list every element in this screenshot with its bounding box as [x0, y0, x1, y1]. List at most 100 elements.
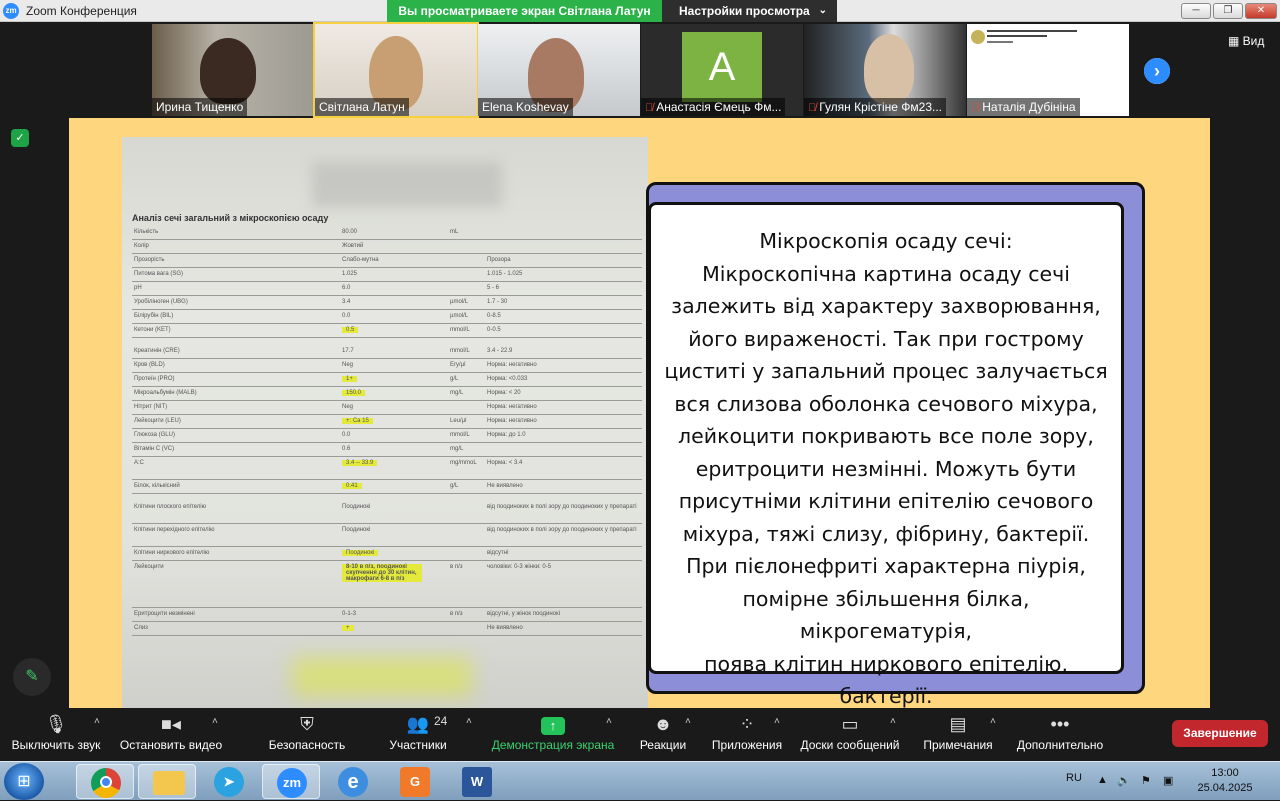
chevron-up-icon[interactable]: ˄ [774, 716, 780, 727]
slide-text-line: лейкоцити покривають все поле зору, [678, 424, 1094, 448]
taskbar-chrome[interactable] [76, 764, 134, 799]
share-screen-icon: ↑ [541, 717, 565, 735]
more-dots-icon: ••• [1050, 714, 1070, 734]
blurred-header [312, 162, 502, 207]
document-cell: 1.015 - 1.025 [487, 271, 523, 277]
share-screen-button[interactable]: ↑ Демонстрация экрана ˄ [488, 708, 618, 761]
document-cell: Уробіліноген (UBG) [134, 299, 188, 305]
chevron-up-icon[interactable]: ˄ [890, 716, 896, 727]
next-participants-button[interactable]: › [1141, 55, 1173, 87]
participants-button[interactable]: 👥 24 Участники ˄ [380, 708, 472, 761]
taskbar-ie[interactable]: e [324, 764, 382, 799]
zoom-app-icon: zm [3, 3, 19, 19]
document-row: Питома вага (SG) 1.025 1.015 - 1.025 [132, 269, 642, 282]
slide-text-line: залежить від характеру захворювання, [671, 294, 1101, 318]
security-button[interactable]: ⛨ Безопасность [262, 708, 352, 761]
chevron-up-icon[interactable]: ˄ [685, 716, 691, 727]
encryption-shield-icon[interactable]: ✓ [11, 129, 29, 147]
chevron-up-icon[interactable]: ˄ [94, 716, 100, 727]
stop-video-button[interactable]: ■◂ Остановить видео ˄ [116, 708, 226, 761]
view-options-dropdown[interactable]: Настройки просмотра ⌄ [662, 0, 837, 22]
document-cell: відсутні, у жінок поодинокі [487, 611, 560, 617]
document-row: Еритроцити незмінені 0-1-3 в п/з відсутні, … [132, 609, 642, 622]
participant-name: 🎙̸ Наталія Дубініна [967, 98, 1080, 116]
document-cell: 0-8.5 [487, 313, 501, 319]
participant-tile[interactable]: Elena Koshevay [478, 24, 640, 116]
mute-button[interactable]: 🎙 Выключить звук ˄ [6, 708, 106, 761]
clock[interactable]: 13:00 25.04.2025 [1195, 766, 1255, 796]
participant-strip: Ирина Тищенко Світлана Латун Elena Koshe… [0, 22, 1280, 118]
document-cell: µmol/L [450, 313, 469, 319]
restore-icon[interactable]: ❐ [1213, 3, 1243, 19]
reactions-button[interactable]: ☻ Реакции ˄ [636, 708, 691, 761]
clock-time: 13:00 [1211, 767, 1239, 779]
close-icon[interactable]: ✕ [1245, 3, 1277, 19]
document-cell: Еритроцити незмінені [134, 611, 195, 617]
folder-icon [153, 771, 185, 795]
document-cell: Лейкоцити [134, 564, 164, 570]
document-row: Прозорість Слабо-мутна Прозора [132, 255, 642, 268]
chevron-up-icon[interactable]: ˄ [606, 716, 612, 727]
taskbar-zoom[interactable]: zm [262, 764, 320, 799]
document-cell: +: Ca 15 [342, 418, 373, 424]
document-cell: Прозорість [134, 257, 165, 263]
document-cell: mg/L [450, 390, 464, 396]
taskbar-explorer[interactable] [138, 764, 196, 799]
participant-tile[interactable]: А 🎙̸ Анастасія Ємець Фм... [641, 24, 803, 116]
taskbar-pdf[interactable]: G [386, 764, 444, 799]
document-row: A:C 3.4 -- 33.9 mg/mmoL Норма: < 3.4 [132, 458, 642, 480]
notes-icon: ▤ [949, 714, 967, 734]
screen-share-banner: Вы просматриваете экран Світлана Латун [387, 0, 662, 22]
volume-icon[interactable]: 🔈 [1117, 774, 1131, 787]
more-button[interactable]: ••• Дополнительно [1012, 708, 1108, 761]
zoom-icon: zm [277, 768, 307, 798]
participant-tile[interactable]: 🎙̸ Гулян Крістіне Фм23... [804, 24, 966, 116]
document-cell: 1.7 - 30 [487, 299, 508, 305]
shield-icon: ⛨ [300, 714, 314, 734]
document-cell: Не виявлено [487, 625, 523, 631]
telegram-icon: ➤ [214, 767, 244, 797]
minimize-icon[interactable]: ─ [1181, 3, 1211, 19]
whiteboard-icon: ▭ [841, 714, 859, 734]
document-cell: Жовтий [342, 243, 364, 249]
more-label: Дополнительно [1016, 738, 1104, 752]
slide-text-line: Мікроскопія осаду сечі: [759, 229, 1013, 253]
taskbar-telegram[interactable]: ➤ [200, 764, 258, 799]
participant-video [864, 34, 914, 104]
document-row: Уробіліноген (UBG) 3.4 µmol/L 1.7 - 30 [132, 297, 642, 310]
document-cell: mmol/L [450, 432, 470, 438]
participant-tile[interactable]: 🎙̸ Наталія Дубініна [967, 24, 1129, 116]
chevron-up-icon[interactable]: ˄ [466, 716, 472, 727]
document-row: Лейкоцити 8-10 в п/з, поодинокі скупчення… [132, 562, 642, 608]
start-button[interactable]: ⊞ [4, 763, 44, 800]
apps-button[interactable]: ⁘ Приложения ˄ [708, 708, 786, 761]
annotate-pen-icon[interactable]: ✎ [13, 658, 51, 696]
view-button[interactable]: ▦ Вид [1228, 34, 1264, 48]
slide-text: Мікроскопія осаду сечі: Мікроскопічна кар… [648, 202, 1124, 708]
document-cell: Поодинокі [342, 527, 371, 533]
network-icon[interactable]: ▣ [1163, 774, 1173, 787]
document-cell: 5 - 6 [487, 285, 500, 291]
participant-name: Elena Koshevay [478, 98, 573, 116]
document-cell: Клітини плоского епітелію [134, 504, 207, 510]
document-cell: 17.7 [342, 348, 354, 354]
participant-video [200, 38, 256, 104]
tray-expand-icon[interactable]: ▲ [1097, 774, 1108, 786]
language-indicator[interactable]: RU [1066, 772, 1082, 784]
whiteboards-button[interactable]: ▭ Доски сообщений ˄ [798, 708, 902, 761]
document-cell: Leu/µl [450, 418, 467, 424]
notes-button[interactable]: ▤ Примечания ˄ [920, 708, 996, 761]
document-cell: mmol/L [450, 348, 470, 354]
chevron-up-icon[interactable]: ˄ [212, 716, 218, 727]
document-cell: Нітрит (NIT) [134, 404, 168, 410]
participant-tile[interactable]: Ирина Тищенко [152, 24, 314, 116]
taskbar-word[interactable]: W [448, 764, 506, 799]
document-row: Слиз + Не виявлено [132, 623, 642, 636]
document-cell: 1.025 [342, 271, 358, 277]
reactions-label: Реакции [639, 738, 687, 752]
flag-icon[interactable]: ⚑ [1141, 774, 1151, 787]
chevron-up-icon[interactable]: ˄ [990, 716, 996, 727]
participant-tile[interactable]: Світлана Латун [313, 22, 479, 118]
ie-icon: e [338, 767, 368, 797]
end-meeting-button[interactable]: Завершение [1172, 720, 1268, 747]
